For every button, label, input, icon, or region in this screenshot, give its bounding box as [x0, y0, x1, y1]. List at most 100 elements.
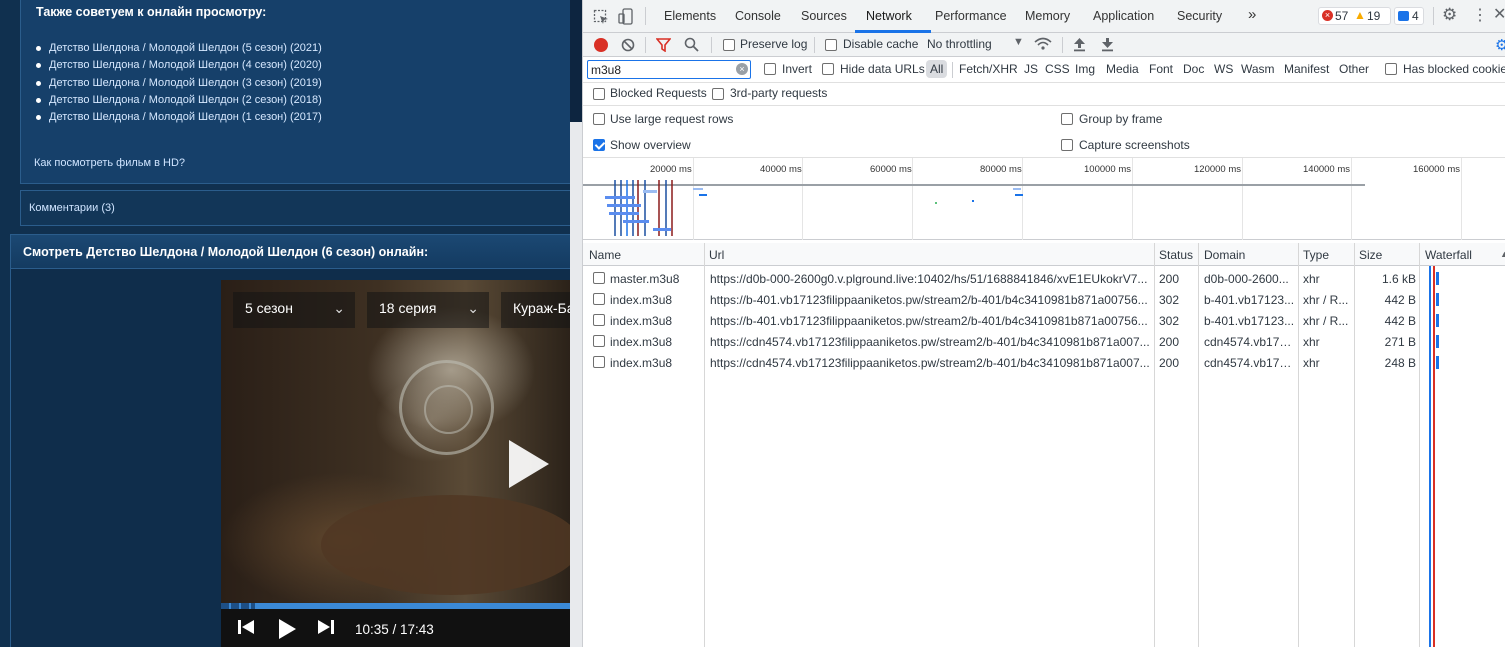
play-icon[interactable]: [277, 619, 297, 639]
show-overview-label[interactable]: Show overview: [610, 138, 691, 152]
previous-icon[interactable]: [237, 619, 255, 635]
clear-icon[interactable]: [621, 38, 635, 52]
clear-filter-icon[interactable]: ×: [736, 63, 748, 75]
video-player[interactable]: 5 сезон ⌄ 18 серия ⌄ Кураж-Ба 10:35 / 17…: [221, 280, 570, 647]
type-filter-all[interactable]: All: [926, 60, 948, 78]
tab-memory[interactable]: Memory: [1025, 9, 1070, 23]
type-filter-ws[interactable]: WS: [1214, 62, 1233, 76]
third-party-label[interactable]: 3rd-party requests: [730, 86, 827, 100]
recommendation-link[interactable]: Детство Шелдона / Молодой Шелдон (4 сезо…: [36, 57, 322, 74]
play-overlay-icon[interactable]: [509, 440, 549, 488]
comments-label[interactable]: Комментарии (3): [29, 202, 115, 214]
row-select-checkbox[interactable]: [593, 293, 605, 305]
more-tabs-icon[interactable]: »: [1248, 6, 1256, 23]
episode-select[interactable]: 18 серия ⌄: [367, 292, 489, 328]
column-waterfall[interactable]: Waterfall: [1425, 248, 1472, 262]
next-icon[interactable]: [317, 619, 335, 635]
network-overview[interactable]: 20000 ms 40000 ms 60000 ms 80000 ms 1000…: [583, 158, 1505, 240]
type-filter-manifest[interactable]: Manifest: [1284, 62, 1329, 76]
row-select-checkbox[interactable]: [593, 314, 605, 326]
tab-sources[interactable]: Sources: [801, 9, 847, 23]
large-rows-label[interactable]: Use large request rows: [610, 112, 733, 126]
row-select-checkbox[interactable]: [593, 356, 605, 368]
filter-input[interactable]: m3u8 ×: [587, 60, 751, 79]
column-type[interactable]: Type: [1303, 248, 1329, 262]
device-toolbar-icon[interactable]: [618, 8, 634, 26]
recommendation-label[interactable]: Детство Шелдона / Молодой Шелдон (3 сезо…: [49, 77, 322, 89]
tab-application[interactable]: Application: [1093, 9, 1154, 23]
recommendation-link[interactable]: Детство Шелдона / Молодой Шелдон (5 сезо…: [36, 40, 322, 57]
table-row[interactable]: index.m3u8 https://b-401.vb17123filippaa…: [583, 289, 1505, 310]
comments-panel[interactable]: Комментарии (3): [20, 190, 570, 226]
table-row[interactable]: index.m3u8 https://cdn4574.vb17123filipp…: [583, 331, 1505, 352]
filter-icon[interactable]: [656, 38, 671, 52]
network-conditions-icon[interactable]: [1034, 37, 1052, 52]
table-row[interactable]: index.m3u8 https://cdn4574.vb17123filipp…: [583, 352, 1505, 373]
hd-help-link[interactable]: Как посмотреть фильм в HD?: [34, 157, 185, 169]
type-filter-other[interactable]: Other: [1339, 62, 1369, 76]
group-by-frame-checkbox[interactable]: [1061, 113, 1073, 125]
type-filter-js[interactable]: JS: [1024, 62, 1038, 76]
type-filter-wasm[interactable]: Wasm: [1241, 62, 1275, 76]
type-filter-img[interactable]: Img: [1075, 62, 1095, 76]
recommendation-link[interactable]: Детство Шелдона / Молодой Шелдон (1 сезо…: [36, 109, 322, 126]
voice-select[interactable]: Кураж-Ба: [501, 292, 570, 328]
column-size[interactable]: Size: [1359, 248, 1382, 262]
type-filter-fetch-xhr[interactable]: Fetch/XHR: [959, 62, 1018, 76]
column-status[interactable]: Status: [1159, 248, 1193, 262]
network-settings-icon[interactable]: ⚙: [1495, 36, 1505, 54]
large-rows-checkbox[interactable]: [593, 113, 605, 125]
tab-elements[interactable]: Elements: [664, 9, 716, 23]
issue-counters[interactable]: × 57 ▲ 19: [1318, 7, 1391, 25]
preserve-log-label[interactable]: Preserve log: [740, 37, 807, 51]
has-blocked-cookies-label[interactable]: Has blocked cookie: [1403, 62, 1505, 76]
throttling-select[interactable]: No throttling: [927, 37, 992, 51]
has-blocked-cookies-checkbox[interactable]: [1385, 63, 1397, 75]
export-har-icon[interactable]: [1101, 37, 1114, 52]
recommendation-link[interactable]: Детство Шелдона / Молодой Шелдон (3 сезо…: [36, 75, 322, 92]
season-select[interactable]: 5 сезон ⌄: [233, 292, 355, 328]
chevron-down-icon[interactable]: ▼: [1013, 36, 1024, 48]
inspect-icon[interactable]: [593, 9, 609, 25]
recommendation-link[interactable]: Детство Шелдона / Молодой Шелдон (2 сезо…: [36, 92, 322, 109]
page-scrollbar-thumb[interactable]: [570, 122, 582, 647]
column-name[interactable]: Name: [589, 248, 621, 262]
type-filter-css[interactable]: CSS: [1045, 62, 1070, 76]
search-icon[interactable]: [684, 37, 699, 52]
column-domain[interactable]: Domain: [1204, 248, 1245, 262]
table-row[interactable]: master.m3u8 https://d0b-000-2600g0.v.plg…: [583, 268, 1505, 289]
capture-screenshots-checkbox[interactable]: [1061, 139, 1073, 151]
import-har-icon[interactable]: [1073, 37, 1086, 52]
invert-label[interactable]: Invert: [782, 62, 812, 76]
type-filter-font[interactable]: Font: [1149, 62, 1173, 76]
close-icon[interactable]: ✕: [1493, 4, 1505, 24]
settings-gear-icon[interactable]: ⚙: [1442, 5, 1457, 25]
tab-network[interactable]: Network: [866, 9, 912, 23]
message-counter[interactable]: 4: [1394, 7, 1424, 25]
capture-screenshots-label[interactable]: Capture screenshots: [1079, 138, 1190, 152]
invert-checkbox[interactable]: [764, 63, 776, 75]
tab-console[interactable]: Console: [735, 9, 781, 23]
blocked-requests-checkbox[interactable]: [593, 88, 605, 100]
record-icon[interactable]: [594, 38, 608, 52]
blocked-requests-label[interactable]: Blocked Requests: [610, 86, 707, 100]
row-select-checkbox[interactable]: [593, 335, 605, 347]
disable-cache-label[interactable]: Disable cache: [843, 37, 918, 51]
table-row[interactable]: index.m3u8 https://b-401.vb17123filippaa…: [583, 310, 1505, 331]
show-overview-checkbox[interactable]: [593, 139, 605, 151]
hide-data-urls-label[interactable]: Hide data URLs: [840, 62, 925, 76]
preserve-log-checkbox[interactable]: [723, 39, 735, 51]
type-filter-doc[interactable]: Doc: [1183, 62, 1204, 76]
panel-splitter[interactable]: [570, 0, 582, 647]
row-select-checkbox[interactable]: [593, 272, 605, 284]
type-filter-media[interactable]: Media: [1106, 62, 1139, 76]
recommendation-label[interactable]: Детство Шелдона / Молодой Шелдон (2 сезо…: [49, 94, 322, 106]
third-party-checkbox[interactable]: [712, 88, 724, 100]
hide-data-urls-checkbox[interactable]: [822, 63, 834, 75]
tab-performance[interactable]: Performance: [935, 9, 1007, 23]
tab-security[interactable]: Security: [1177, 9, 1222, 23]
disable-cache-checkbox[interactable]: [825, 39, 837, 51]
recommendation-label[interactable]: Детство Шелдона / Молодой Шелдон (1 сезо…: [49, 111, 322, 123]
kebab-menu-icon[interactable]: ⋮: [1472, 5, 1488, 25]
recommendation-label[interactable]: Детство Шелдона / Молодой Шелдон (5 сезо…: [49, 42, 322, 54]
